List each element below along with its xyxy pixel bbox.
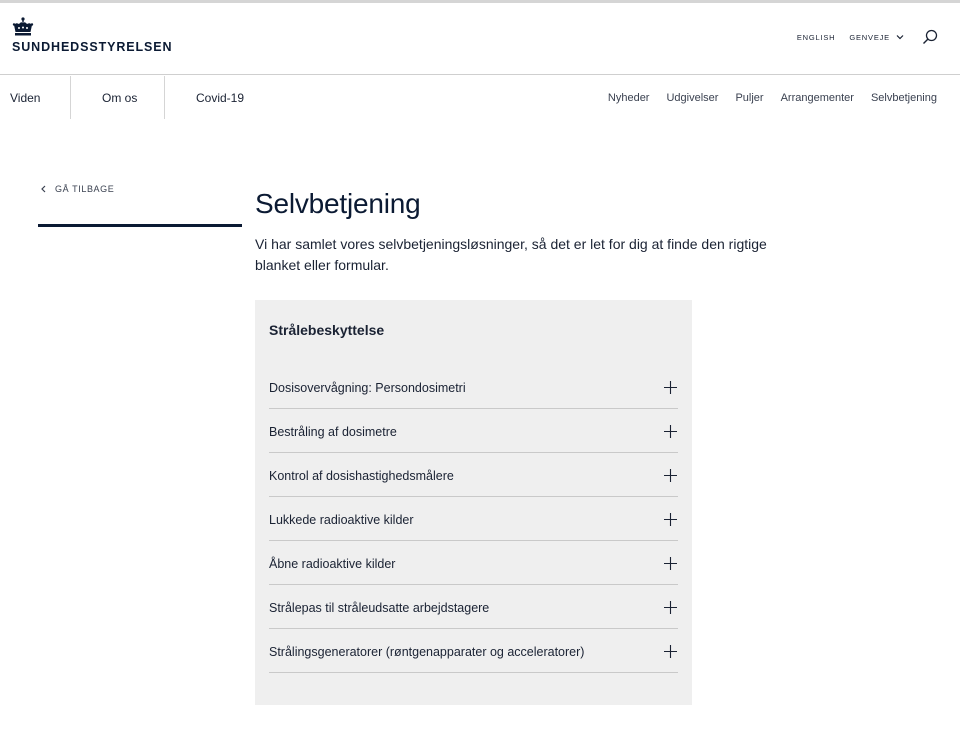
nav-item-om-os[interactable]: Om os [71, 76, 165, 119]
accordion-item[interactable]: Bestråling af dosimetre [269, 409, 678, 453]
crown-icon [12, 17, 34, 36]
accordion-item[interactable]: Dosisovervågning: Persondosimetri [269, 365, 678, 409]
page-title: Selvbetjening [255, 188, 421, 219]
back-link-label: GÅ TILBAGE [55, 184, 115, 194]
accordion-item[interactable]: Strålingsgeneratorer (røntgenapparater o… [269, 629, 678, 673]
accordion-item[interactable]: Lukkede radioaktive kilder [269, 497, 678, 541]
site-logo[interactable]: SUNDHEDSSTYRELSEN [12, 17, 172, 54]
back-link[interactable]: GÅ TILBAGE [38, 184, 242, 194]
accordion-item-label: Dosisovervågning: Persondosimetri [269, 380, 466, 395]
nav-link-arrangementer[interactable]: Arrangementer [781, 92, 854, 104]
nav-secondary: Nyheder Udgivelser Puljer Arrangementer … [591, 76, 937, 119]
accordion-item-label: Lukkede radioaktive kilder [269, 512, 414, 527]
back-link-block: GÅ TILBAGE [38, 184, 242, 227]
main-nav: Viden Om os Covid-19 Nyheder Udgivelser … [0, 76, 960, 119]
plus-icon [664, 557, 677, 570]
accordion-item-label: Kontrol af dosishastighedsmålere [269, 468, 454, 483]
accordion-item[interactable]: Strålepas til stråleudsatte arbejdstager… [269, 585, 678, 629]
genveje-label: GENVEJE [849, 32, 890, 42]
accordion-item-label: Åbne radioaktive kilder [269, 556, 396, 571]
site-header: SUNDHEDSSTYRELSEN ENGLISH GENVEJE [0, 3, 960, 75]
search-icon[interactable] [922, 29, 938, 45]
nav-link-selvbetjening[interactable]: Selvbetjening [871, 92, 937, 104]
english-link[interactable]: ENGLISH [797, 33, 836, 42]
nav-item-viden[interactable]: Viden [0, 76, 71, 119]
accordion-item[interactable]: Kontrol af dosishastighedsmålere [269, 453, 678, 497]
nav-item-covid-19[interactable]: Covid-19 [165, 76, 244, 119]
accordion-item-label: Strålingsgeneratorer (røntgenapparater o… [269, 644, 585, 659]
nav-link-nyheder[interactable]: Nyheder [608, 92, 650, 104]
plus-icon [664, 601, 677, 614]
accordion-item[interactable]: Åbne radioaktive kilder [269, 541, 678, 585]
panel-title: Strålebeskyttelse [269, 322, 385, 338]
page-lead: Vi har samlet vores selvbetjeningsløsnin… [255, 236, 767, 273]
chevron-down-icon [896, 35, 904, 40]
logo-text: SUNDHEDSSTYRELSEN [12, 40, 173, 54]
plus-icon [664, 513, 677, 526]
nav-primary: Viden Om os Covid-19 [0, 76, 244, 119]
plus-icon [664, 469, 677, 482]
accordion-item-label: Strålepas til stråleudsatte arbejdstager… [269, 600, 490, 615]
nav-link-puljer[interactable]: Puljer [735, 92, 763, 104]
utility-bar: ENGLISH GENVEJE [797, 29, 938, 45]
nav-link-udgivelser[interactable]: Udgivelser [666, 92, 718, 104]
plus-icon [664, 425, 677, 438]
plus-icon [664, 645, 677, 658]
accordion-list: Dosisovervågning: Persondosimetri Bestrå… [269, 365, 678, 673]
genveje-dropdown[interactable]: GENVEJE [849, 33, 904, 42]
plus-icon [664, 381, 677, 394]
accordion-panel: Strålebeskyttelse Dosisovervågning: Pers… [255, 300, 692, 705]
chevron-left-icon [41, 185, 46, 193]
accordion-item-label: Bestråling af dosimetre [269, 424, 397, 439]
